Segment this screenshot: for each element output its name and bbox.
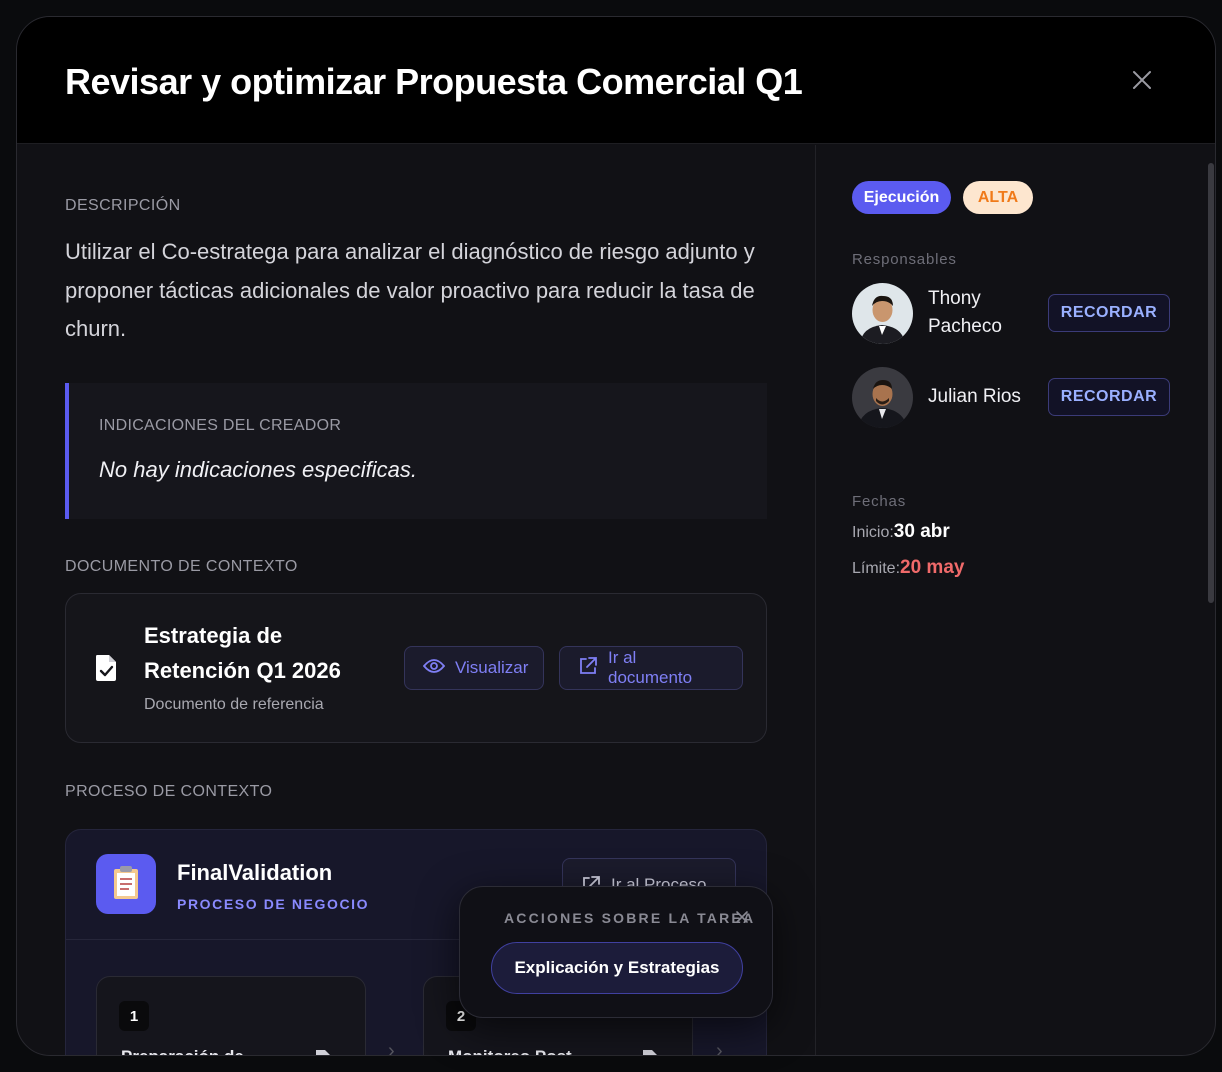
- chevron-right-icon: ›: [388, 1040, 395, 1056]
- person-name: Julian Rios: [928, 386, 1021, 407]
- due-date-value: 20 may: [900, 557, 965, 578]
- step-number: 1: [119, 1001, 149, 1031]
- avatar: [852, 367, 913, 428]
- document-subtitle: Documento de referencia: [144, 696, 324, 713]
- start-date-value: 30 abr: [893, 521, 950, 542]
- task-actions-popup: ACCIONES SOBRE LA TAREA Explicación y Es…: [459, 886, 773, 1018]
- close-icon[interactable]: [1129, 67, 1155, 93]
- indications-label: INDICACIONES DEL CREADOR: [99, 417, 342, 434]
- context-document-card: Estrategia de Retención Q1 2026 Document…: [65, 593, 767, 743]
- open-document-label: Ir al documento: [608, 648, 693, 687]
- stage-badge: Ejecución: [852, 181, 951, 214]
- creator-indications: INDICACIONES DEL CREADOR No hay indicaci…: [65, 383, 767, 519]
- view-document-label: Visualizar: [455, 658, 529, 677]
- start-date: Inicio:30 abr: [852, 521, 950, 543]
- avatar: [852, 283, 913, 344]
- step-title: Monitoreo Post: [448, 1047, 572, 1055]
- strategies-button[interactable]: Explicación y Estrategias: [491, 942, 743, 994]
- task-sidebar: Ejecución ALTA Responsables Thony Pachec…: [815, 145, 1215, 1055]
- step-title: Preparación de: [121, 1047, 244, 1055]
- modal-header: Revisar y optimizar Propuesta Comercial …: [17, 17, 1215, 144]
- due-date-label: Límite:: [852, 560, 901, 577]
- view-document-button[interactable]: Visualizar: [404, 646, 544, 690]
- description-text: Utilizar el Co-estratega para analizar e…: [65, 239, 755, 341]
- description-label: DESCRIPCIÓN: [65, 197, 181, 214]
- close-icon[interactable]: [735, 910, 749, 924]
- document-icon: [315, 1049, 331, 1055]
- process-section-label: PROCESO DE CONTEXTO: [65, 783, 273, 800]
- person-name: Thony Pacheco: [928, 288, 1002, 337]
- responsables-label: Responsables: [852, 251, 957, 268]
- process-step-card[interactable]: 1 Preparación de: [96, 976, 366, 1055]
- indications-text: No hay indicaciones especificas.: [99, 457, 417, 482]
- clipboard-icon: [96, 854, 156, 914]
- document-section-label: DOCUMENTO DE CONTEXTO: [65, 558, 298, 575]
- remind-button[interactable]: RECORDAR: [1048, 294, 1170, 332]
- priority-badge: ALTA: [963, 181, 1033, 214]
- document-icon: [642, 1049, 658, 1055]
- start-date-label: Inicio:: [852, 524, 894, 541]
- process-kind: PROCESO DE NEGOCIO: [177, 896, 370, 912]
- open-document-button[interactable]: Ir al documento: [559, 646, 743, 690]
- document-check-icon: [94, 654, 118, 682]
- chevron-right-icon: ›: [716, 1040, 723, 1056]
- scrollbar[interactable]: [1208, 163, 1214, 603]
- process-name: FinalValidation: [177, 860, 333, 885]
- dates-label: Fechas: [852, 493, 906, 510]
- document-title: Estrategia de Retención Q1 2026: [144, 623, 341, 683]
- remind-button[interactable]: RECORDAR: [1048, 378, 1170, 416]
- eye-icon: [422, 658, 446, 679]
- popup-title: ACCIONES SOBRE LA TAREA: [504, 910, 756, 926]
- modal-title: Revisar y optimizar Propuesta Comercial …: [65, 61, 803, 102]
- due-date: Límite:20 may: [852, 557, 964, 579]
- external-link-icon: [578, 656, 598, 681]
